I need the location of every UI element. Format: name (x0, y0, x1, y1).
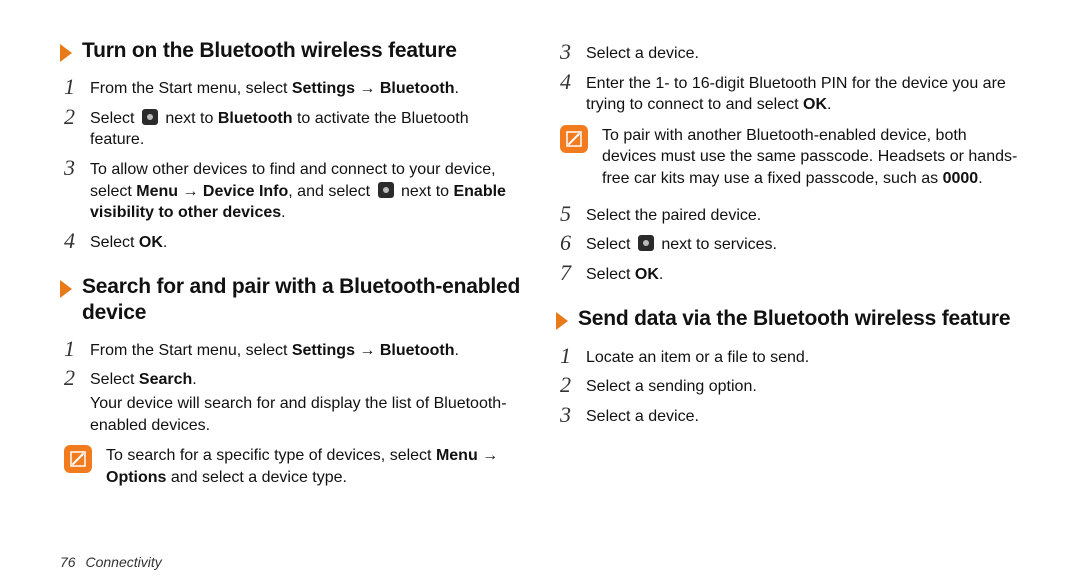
page-footer: 76 Connectivity (60, 554, 162, 570)
step-number: 2 (60, 367, 90, 389)
step-text: Select Search. Your device will search f… (90, 367, 524, 436)
step-number: 3 (556, 41, 586, 63)
toggle-icon (638, 235, 654, 251)
turn-on-steps: 1 From the Start menu, select Settings →… (60, 73, 524, 256)
section-heading-send: Send data via the Bluetooth wireless fea… (556, 306, 1020, 331)
section-name: Connectivity (85, 554, 161, 570)
step-text: Select OK. (90, 230, 524, 254)
step-6: 6 Select next to services. (556, 229, 1020, 259)
chevron-icon (60, 280, 72, 298)
search-steps: 1 From the Start menu, select Settings →… (60, 335, 524, 439)
note-text: To pair with another Bluetooth-enabled d… (602, 125, 1020, 190)
section-title: Turn on the Bluetooth wireless feature (82, 38, 457, 63)
step-5: 5 Select the paired device. (556, 200, 1020, 230)
toggle-icon (142, 109, 158, 125)
manual-page: Turn on the Bluetooth wireless feature 1… (0, 0, 1080, 586)
step-4: 4 Enter the 1- to 16-digit Bluetooth PIN… (556, 68, 1020, 119)
step-number: 5 (556, 203, 586, 225)
step-text: Select the paired device. (586, 203, 1020, 227)
note-text: To search for a specific type of devices… (106, 445, 524, 488)
step-number: 7 (556, 262, 586, 284)
step-text: Enter the 1- to 16-digit Bluetooth PIN f… (586, 71, 1020, 116)
step-number: 3 (60, 157, 90, 179)
step-2: 2 Select next to Bluetooth to activate t… (60, 103, 524, 154)
pair-steps-cont: 3 Select a device. 4 Enter the 1- to 16-… (556, 38, 1020, 119)
step-text: Select a device. (586, 404, 1020, 428)
note-icon (64, 445, 92, 473)
step-1: 1 From the Start menu, select Settings →… (60, 73, 524, 103)
section-heading-turn-on: Turn on the Bluetooth wireless feature (60, 38, 524, 63)
note-search-filter: To search for a specific type of devices… (64, 445, 524, 488)
step-2: 2 Select Search. Your device will search… (60, 364, 524, 439)
step-number: 4 (556, 71, 586, 93)
step-4: 4 Select OK. (60, 227, 524, 257)
step-text: Select next to services. (586, 232, 1020, 256)
send-steps: 1 Locate an item or a file to send. 2 Se… (556, 342, 1020, 431)
step-number: 2 (556, 374, 586, 396)
note-passcode: To pair with another Bluetooth-enabled d… (560, 125, 1020, 190)
step-text: Select next to Bluetooth to activate the… (90, 106, 524, 151)
step-3: 3 Select a device. (556, 38, 1020, 68)
step-7: 7 Select OK. (556, 259, 1020, 289)
right-column: 3 Select a device. 4 Enter the 1- to 16-… (556, 38, 1020, 566)
step-subtext: Your device will search for and display … (90, 393, 524, 436)
step-number: 1 (60, 338, 90, 360)
step-text: Locate an item or a file to send. (586, 345, 1020, 369)
step-text: Select OK. (586, 262, 1020, 286)
step-2: 2 Select a sending option. (556, 371, 1020, 401)
step-number: 2 (60, 106, 90, 128)
section-heading-search: Search for and pair with a Bluetooth-ena… (60, 274, 524, 324)
step-number: 4 (60, 230, 90, 252)
section-title: Send data via the Bluetooth wireless fea… (578, 306, 1010, 331)
step-text: Select a device. (586, 41, 1020, 65)
pair-steps-cont2: 5 Select the paired device. 6 Select nex… (556, 200, 1020, 289)
left-column: Turn on the Bluetooth wireless feature 1… (60, 38, 524, 566)
step-text: From the Start menu, select Settings → B… (90, 76, 524, 100)
page-number: 76 (60, 554, 76, 570)
step-3: 3 Select a device. (556, 401, 1020, 431)
step-number: 1 (556, 345, 586, 367)
toggle-icon (378, 182, 394, 198)
step-1: 1 From the Start menu, select Settings →… (60, 335, 524, 365)
note-icon (560, 125, 588, 153)
step-number: 3 (556, 404, 586, 426)
step-3: 3 To allow other devices to find and con… (60, 154, 524, 227)
section-title: Search for and pair with a Bluetooth-ena… (82, 274, 524, 324)
chevron-icon (60, 44, 72, 62)
step-text: From the Start menu, select Settings → B… (90, 338, 524, 362)
step-text: Select a sending option. (586, 374, 1020, 398)
chevron-icon (556, 312, 568, 330)
step-number: 1 (60, 76, 90, 98)
step-text: To allow other devices to find and conne… (90, 157, 524, 224)
step-1: 1 Locate an item or a file to send. (556, 342, 1020, 372)
step-number: 6 (556, 232, 586, 254)
